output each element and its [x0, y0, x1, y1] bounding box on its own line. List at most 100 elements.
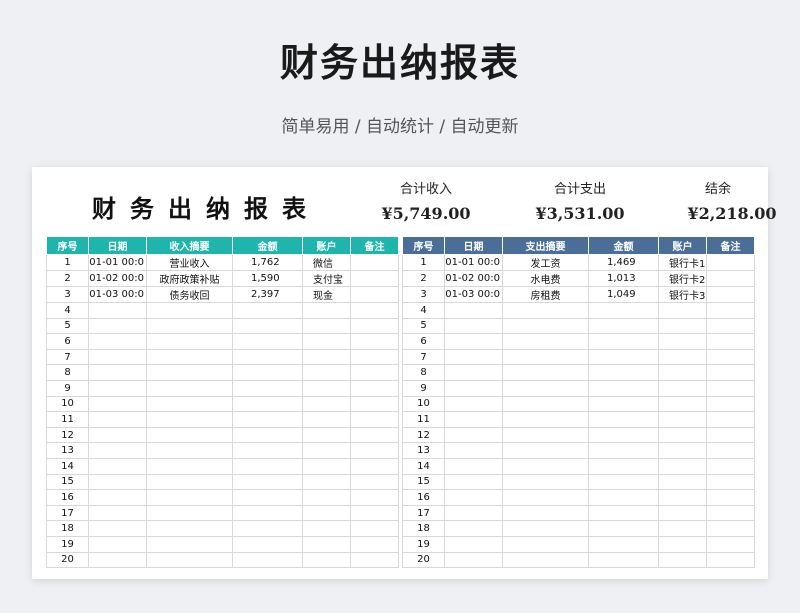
expense-cell-index[interactable]: 17 [402, 504, 445, 522]
expense-cell-amount[interactable] [588, 379, 659, 397]
expense-cell-account[interactable] [658, 551, 707, 569]
expense-cell-amount[interactable] [588, 317, 659, 335]
expense-cell-note[interactable] [706, 442, 755, 459]
income-cell-date[interactable] [88, 348, 147, 366]
expense-cell-amount[interactable] [588, 364, 659, 381]
income-cell-note[interactable] [350, 317, 399, 335]
expense-cell-note[interactable] [706, 520, 755, 537]
income-cell-index[interactable]: 2 [46, 270, 89, 287]
income-cell-note[interactable] [350, 457, 399, 475]
expense-cell-index[interactable]: 16 [402, 489, 445, 506]
income-cell-amount[interactable] [232, 317, 303, 335]
expense-cell-index[interactable]: 12 [402, 426, 445, 444]
expense-cell-summary[interactable] [502, 317, 589, 335]
expense-cell-summary[interactable] [502, 348, 589, 366]
expense-cell-summary[interactable] [502, 333, 589, 350]
income-cell-date[interactable] [88, 535, 147, 553]
expense-cell-date[interactable] [444, 535, 503, 553]
expense-cell-index[interactable]: 2 [402, 270, 445, 287]
income-cell-note[interactable] [350, 426, 399, 444]
income-cell-date[interactable] [88, 333, 147, 350]
expense-cell-index[interactable]: 11 [402, 411, 445, 428]
income-cell-index[interactable]: 10 [46, 395, 89, 413]
expense-cell-amount[interactable] [588, 302, 659, 319]
income-cell-date[interactable] [88, 489, 147, 506]
expense-cell-account[interactable]: 银行卡1 [658, 254, 707, 271]
expense-cell-account[interactable] [658, 411, 707, 428]
income-cell-date[interactable]: X-01-02 00:0 [88, 270, 147, 287]
expense-cell-account[interactable] [658, 348, 707, 366]
expense-cell-note[interactable] [706, 286, 755, 303]
expense-cell-account[interactable] [658, 379, 707, 397]
income-cell-amount[interactable] [232, 551, 303, 569]
income-cell-date[interactable] [88, 411, 147, 428]
expense-cell-summary[interactable]: 发工资 [502, 254, 589, 271]
expense-cell-amount[interactable] [588, 442, 659, 459]
expense-cell-date[interactable] [444, 333, 503, 350]
expense-cell-note[interactable] [706, 535, 755, 553]
income-cell-account[interactable] [302, 520, 351, 537]
income-cell-index[interactable]: 12 [46, 426, 89, 444]
expense-cell-date[interactable] [444, 379, 503, 397]
expense-cell-note[interactable] [706, 333, 755, 350]
income-cell-summary[interactable]: 政府政策补贴 [146, 270, 233, 287]
income-cell-amount[interactable] [232, 348, 303, 366]
expense-cell-amount[interactable]: 1,049 [588, 286, 659, 303]
expense-cell-amount[interactable]: 1,013 [588, 270, 659, 287]
income-cell-amount[interactable]: 1,762 [232, 254, 303, 271]
expense-cell-date[interactable] [444, 473, 503, 491]
income-cell-note[interactable] [350, 333, 399, 350]
income-cell-summary[interactable]: 营业收入 [146, 254, 233, 271]
income-cell-index[interactable]: 4 [46, 302, 89, 319]
income-cell-summary[interactable] [146, 317, 233, 335]
expense-cell-date[interactable] [444, 302, 503, 319]
expense-cell-account[interactable] [658, 333, 707, 350]
expense-cell-summary[interactable] [502, 504, 589, 522]
income-cell-account[interactable] [302, 535, 351, 553]
expense-cell-index[interactable]: 4 [402, 302, 445, 319]
income-cell-account[interactable] [302, 426, 351, 444]
expense-cell-date[interactable]: X-01-02 00:0 [444, 270, 503, 287]
income-cell-account[interactable] [302, 364, 351, 381]
income-cell-index[interactable]: 9 [46, 379, 89, 397]
income-cell-account[interactable] [302, 473, 351, 491]
expense-cell-date[interactable] [444, 348, 503, 366]
expense-cell-amount[interactable] [588, 473, 659, 491]
income-cell-amount[interactable] [232, 364, 303, 381]
expense-cell-summary[interactable] [502, 395, 589, 413]
income-cell-summary[interactable] [146, 520, 233, 537]
expense-cell-amount[interactable] [588, 411, 659, 428]
expense-cell-amount[interactable] [588, 520, 659, 537]
expense-cell-date[interactable]: X-01-03 00:0 [444, 286, 503, 303]
expense-cell-account[interactable] [658, 520, 707, 537]
income-cell-note[interactable] [350, 302, 399, 319]
income-cell-summary[interactable] [146, 442, 233, 459]
income-cell-summary[interactable] [146, 473, 233, 491]
income-cell-date[interactable] [88, 457, 147, 475]
income-cell-amount[interactable] [232, 302, 303, 319]
income-cell-date[interactable] [88, 551, 147, 569]
income-cell-note[interactable] [350, 489, 399, 506]
expense-cell-summary[interactable] [502, 302, 589, 319]
expense-cell-index[interactable]: 1 [402, 254, 445, 271]
income-cell-index[interactable]: 3 [46, 286, 89, 303]
expense-cell-summary[interactable] [502, 535, 589, 553]
expense-cell-summary[interactable]: 水电费 [502, 270, 589, 287]
expense-cell-index[interactable]: 7 [402, 348, 445, 366]
income-cell-index[interactable]: 18 [46, 520, 89, 537]
expense-cell-account[interactable] [658, 504, 707, 522]
income-cell-date[interactable]: X-01-03 00:0 [88, 286, 147, 303]
expense-cell-summary[interactable] [502, 489, 589, 506]
expense-cell-account[interactable] [658, 426, 707, 444]
income-cell-date[interactable] [88, 395, 147, 413]
income-cell-index[interactable]: 1 [46, 254, 89, 271]
expense-cell-amount[interactable] [588, 551, 659, 569]
expense-cell-account[interactable] [658, 302, 707, 319]
expense-cell-summary[interactable] [502, 411, 589, 428]
income-cell-note[interactable] [350, 379, 399, 397]
expense-cell-index[interactable]: 13 [402, 442, 445, 459]
expense-cell-note[interactable] [706, 426, 755, 444]
income-cell-account[interactable] [302, 489, 351, 506]
income-cell-amount[interactable] [232, 473, 303, 491]
expense-cell-index[interactable]: 3 [402, 286, 445, 303]
